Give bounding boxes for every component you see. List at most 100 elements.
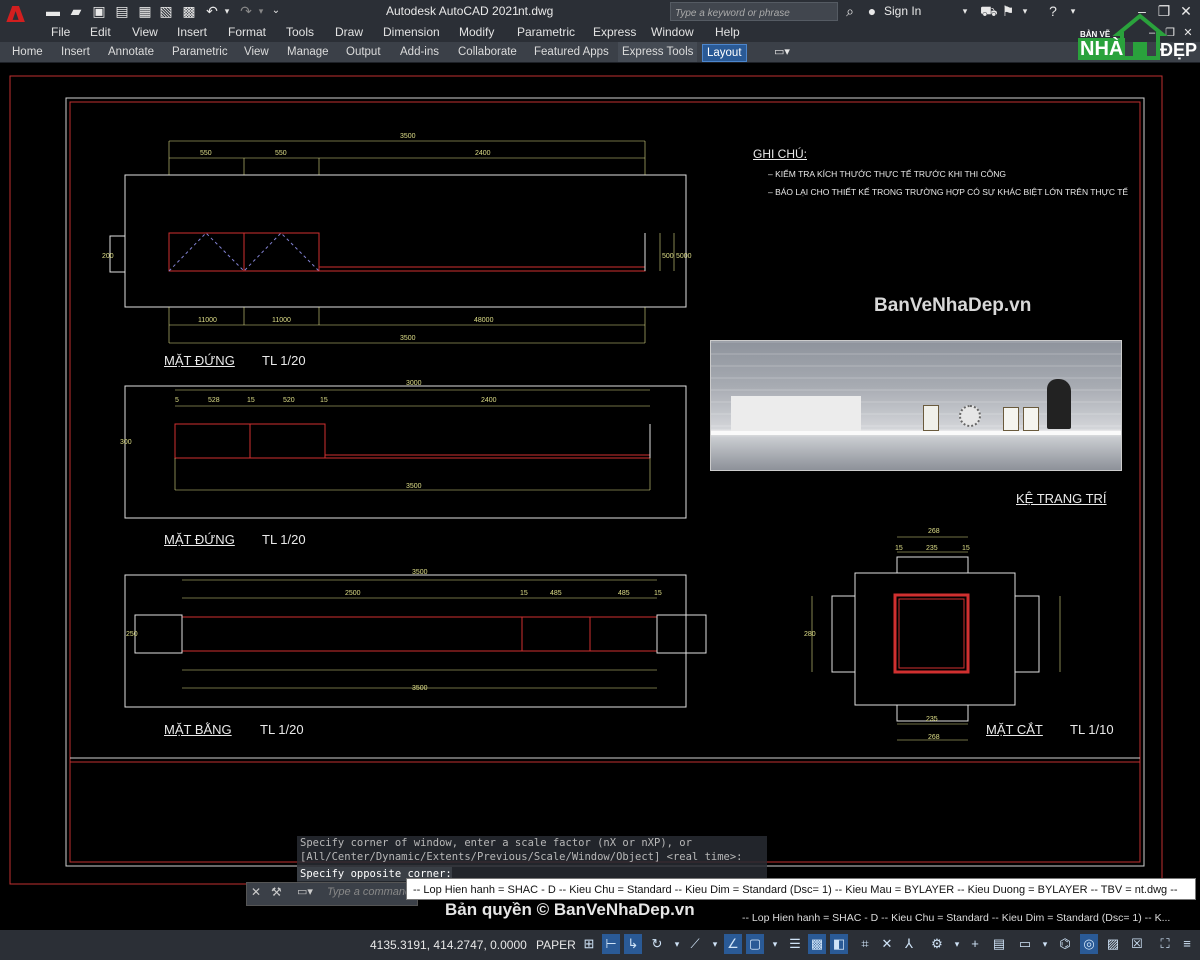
isolate-icon[interactable]: ⌬: [1056, 934, 1074, 954]
menu-draw[interactable]: Draw: [335, 22, 363, 42]
save-web-icon[interactable]: ▧: [158, 3, 174, 19]
object-snap-icon[interactable]: ▢: [746, 934, 764, 954]
recent-commands-icon[interactable]: ▭▾: [297, 885, 319, 898]
units-icon[interactable]: ▤: [990, 934, 1008, 954]
lineweight-icon[interactable]: ☰: [786, 934, 804, 954]
photo-horse-statue: [1047, 379, 1071, 429]
search-input[interactable]: Type a keyword or phrase: [670, 2, 838, 21]
redo-dropdown-icon[interactable]: ▾: [256, 3, 266, 19]
view3-title: MẶT BẰNG: [164, 722, 232, 737]
dim2-c: 2400: [481, 397, 497, 404]
quick-properties-icon[interactable]: ▭: [1016, 934, 1034, 954]
plot-icon[interactable]: ▩: [181, 3, 197, 19]
search-icon[interactable]: ⌕: [842, 3, 858, 19]
watermark-mid-text: NHÀ: [1078, 38, 1126, 60]
connect-dropdown-icon[interactable]: ▾: [1020, 3, 1030, 19]
save-icon[interactable]: ▣: [91, 3, 107, 19]
photo-caption: KỆ TRANG TRÍ: [1016, 491, 1107, 506]
tab-home[interactable]: Home: [8, 42, 47, 62]
workspace-gear-icon[interactable]: ⚙: [928, 934, 946, 954]
menu-view[interactable]: View: [132, 22, 158, 42]
polar-icon[interactable]: ↻: [648, 934, 666, 954]
annotation-monitor-icon[interactable]: +: [966, 934, 984, 954]
undo-dropdown-icon[interactable]: ▾: [222, 3, 232, 19]
menu-dimension[interactable]: Dimension: [383, 22, 440, 42]
annotation-icon[interactable]: ⅄: [900, 934, 918, 954]
help-icon[interactable]: ?: [1044, 3, 1062, 19]
menu-help[interactable]: Help: [715, 22, 740, 42]
view1-scale: TL 1/20: [262, 353, 306, 368]
dim1-right-a: 500: [662, 253, 674, 260]
transparency-icon[interactable]: ▩: [808, 934, 826, 954]
command-close-icon[interactable]: ✕: [251, 885, 265, 899]
3d-osnap-icon[interactable]: ⌗: [856, 934, 874, 954]
dim2-a: 528: [208, 397, 220, 404]
workspace-dropdown-icon[interactable]: ▾: [948, 934, 966, 954]
tab-layout[interactable]: Layout: [702, 44, 747, 62]
tab-add-ins[interactable]: Add-ins: [396, 42, 443, 62]
dim4-top-b: 235: [926, 545, 938, 552]
customize-icon[interactable]: ⚒: [271, 885, 285, 899]
tab-view[interactable]: View: [240, 42, 273, 62]
photo-frame-1: [923, 405, 939, 431]
tab-output[interactable]: Output: [342, 42, 385, 62]
tab-parametric[interactable]: Parametric: [168, 42, 232, 62]
menu-parametric[interactable]: Parametric: [517, 22, 575, 42]
menu-tools[interactable]: Tools: [286, 22, 314, 42]
tab-express-tools[interactable]: Express Tools: [618, 42, 698, 62]
dim3-total-top: 3500: [412, 569, 428, 576]
quick-properties-dropdown-icon[interactable]: ▾: [1036, 934, 1054, 954]
polar-dropdown-icon[interactable]: ▾: [668, 934, 686, 954]
open-web-icon[interactable]: ▦: [137, 3, 153, 19]
menu-file[interactable]: File: [51, 22, 70, 42]
view4-title: MẶT CẮT: [986, 722, 1043, 737]
menu-modify[interactable]: Modify: [459, 22, 494, 42]
hardware-acceleration-icon[interactable]: ◎: [1080, 934, 1098, 954]
menu-edit[interactable]: Edit: [90, 22, 111, 42]
tab-manage[interactable]: Manage: [283, 42, 333, 62]
tab-insert[interactable]: Insert: [57, 42, 94, 62]
dim3-s1: 15: [520, 590, 528, 597]
dim1-right-b: 5000: [676, 253, 692, 260]
command-input[interactable]: Type a command: [327, 886, 411, 898]
snap-icon[interactable]: ⊢: [602, 934, 620, 954]
tab-annotate[interactable]: Annotate: [104, 42, 158, 62]
cart-icon[interactable]: ⛟: [980, 3, 998, 19]
user-icon[interactable]: ●: [864, 3, 880, 19]
isodraft-dropdown-icon[interactable]: ▾: [706, 934, 724, 954]
selection-cycling-icon[interactable]: ◧: [830, 934, 848, 954]
notes-title: GHI CHÚ:: [753, 147, 807, 161]
open-file-icon[interactable]: ▰: [68, 3, 84, 19]
command-line-2: [All/Center/Dynamic/Extents/Previous/Sca…: [300, 851, 743, 863]
help-dropdown-icon[interactable]: ▾: [1068, 3, 1078, 19]
sign-in-dropdown-icon[interactable]: ▾: [960, 3, 970, 19]
dynamic-ucs-icon[interactable]: ✕: [878, 934, 896, 954]
customize-qat-icon[interactable]: ⌄: [270, 3, 282, 19]
grid-icon[interactable]: ⊞: [580, 934, 598, 954]
ortho-icon[interactable]: ↳: [624, 934, 642, 954]
paper-space-toggle[interactable]: PAPER: [536, 935, 576, 955]
sign-in-link[interactable]: Sign In: [884, 0, 921, 22]
customization-icon[interactable]: ☒: [1128, 934, 1146, 954]
menu-window[interactable]: Window: [651, 22, 694, 42]
redo-icon[interactable]: ↷: [238, 3, 254, 19]
dim3-s2: 15: [654, 590, 662, 597]
undo-icon[interactable]: ↶: [204, 3, 220, 19]
object-snap-dropdown-icon[interactable]: ▾: [766, 934, 784, 954]
tab-featured-apps[interactable]: Featured Apps: [530, 42, 613, 62]
menu-format[interactable]: Format: [228, 22, 266, 42]
ribbon-display-toggle-icon[interactable]: ▭▾: [770, 44, 794, 60]
clean-screen-icon[interactable]: ▨: [1104, 934, 1122, 954]
menu-express[interactable]: Express: [593, 22, 636, 42]
status-menu-icon[interactable]: ≡: [1178, 934, 1196, 954]
isodraft-icon[interactable]: ⟋: [686, 934, 704, 954]
menu-insert[interactable]: Insert: [177, 22, 207, 42]
object-snap-tracking-icon[interactable]: ∠: [724, 934, 742, 954]
tab-collaborate[interactable]: Collaborate: [454, 42, 521, 62]
fullscreen-icon[interactable]: ⛶: [1156, 934, 1174, 954]
connect-icon[interactable]: ⚑: [1000, 3, 1016, 19]
dim4-top: 268: [928, 528, 940, 535]
drawing-canvas[interactable]: 3500 550 550 2400 11000 11000 48000 3500…: [0, 63, 1200, 906]
new-file-icon[interactable]: ▬: [45, 3, 61, 19]
save-as-icon[interactable]: ▤: [114, 3, 130, 19]
